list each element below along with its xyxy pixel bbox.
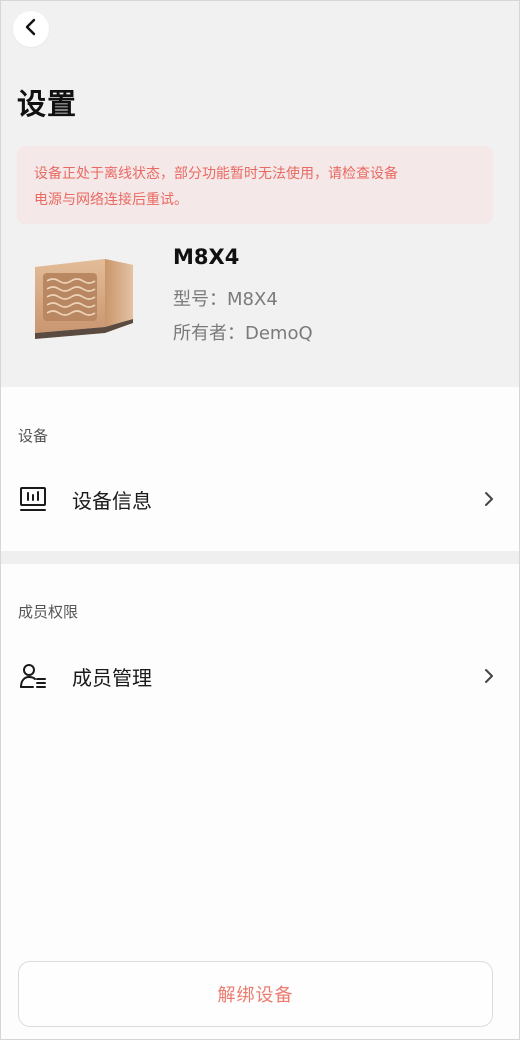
page-title: 设置 xyxy=(17,87,78,121)
screen: 设置 设备正处于离线状态，部分功能暂时无法使用，请检查设备 电源与网络连接后重试… xyxy=(0,0,520,1040)
back-button[interactable] xyxy=(13,11,49,47)
unbind-device-button[interactable]: 解绑设备 xyxy=(18,961,493,1027)
offline-warning-banner: 设备正处于离线状态，部分功能暂时无法使用，请检查设备 电源与网络连接后重试。 xyxy=(17,146,493,224)
device-owner: 所有者：DemoQ xyxy=(173,323,313,344)
device-info-icon xyxy=(18,484,48,514)
member-manage-label: 成员管理 xyxy=(72,665,152,690)
section-label-members: 成员权限 xyxy=(18,603,79,621)
chevron-right-icon xyxy=(479,489,499,509)
device-info-row[interactable]: 设备信息 xyxy=(1,469,519,529)
member-manage-row[interactable]: 成员管理 xyxy=(1,646,519,706)
device-model: 型号：M8X4 xyxy=(173,289,278,310)
device-name: M8X4 xyxy=(173,245,240,269)
section-label-device: 设备 xyxy=(18,427,49,445)
chevron-right-icon xyxy=(479,666,499,686)
offline-warning-line-2: 电源与网络连接后重试。 xyxy=(34,192,188,208)
section-divider xyxy=(1,551,519,564)
device-info-label: 设备信息 xyxy=(72,488,152,513)
chevron-left-icon xyxy=(23,18,39,40)
offline-warning-line-1: 设备正处于离线状态，部分功能暂时无法使用，请检查设备 xyxy=(34,166,398,182)
device-image xyxy=(29,247,139,343)
header-area: 设置 设备正处于离线状态，部分功能暂时无法使用，请检查设备 电源与网络连接后重试… xyxy=(1,1,519,387)
member-manage-icon xyxy=(18,661,48,691)
